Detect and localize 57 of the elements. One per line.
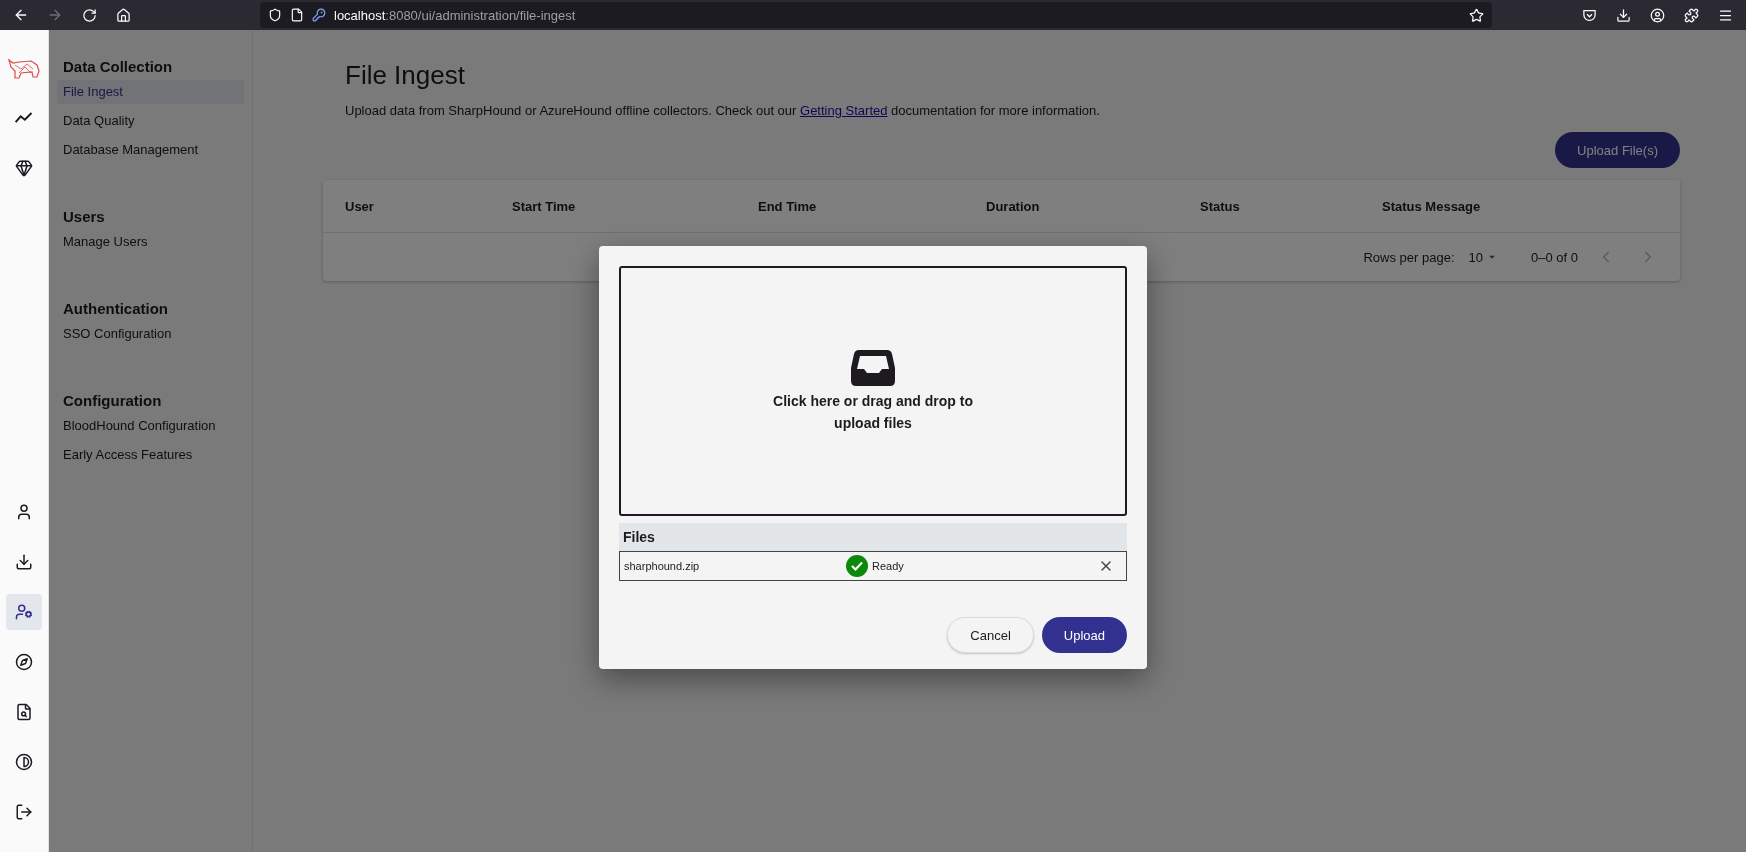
- download-icon: [1615, 7, 1631, 23]
- nav-item[interactable]: SSO Configuration: [57, 322, 244, 346]
- url-text: localhost:8080/ui/administration/file-ingest: [334, 7, 577, 23]
- key-icon: [312, 8, 326, 22]
- nav-section-heading: Authentication: [62, 300, 169, 319]
- column-header: Status Message: [1382, 198, 1482, 214]
- column-header: User: [345, 198, 375, 214]
- reload-icon: [81, 7, 97, 23]
- nav-item[interactable]: Data Quality: [57, 109, 244, 133]
- page-description: Upload data from SharpHound or AzureHound offline collectors. Check out our Getting Started documentation for more information.: [345, 103, 1101, 118]
- nav-item[interactable]: File Ingest: [57, 80, 244, 104]
- dropzone-text: Click here or drag and drop to upload files: [772, 392, 974, 433]
- column-header: Start Time: [512, 198, 577, 214]
- contrast-icon: [15, 753, 33, 771]
- bookmark-star-icon[interactable]: [1469, 7, 1484, 23]
- forward-arrow-icon: [47, 7, 63, 23]
- getting-started-link[interactable]: Getting Started: [800, 103, 888, 118]
- back-arrow-icon: [13, 7, 29, 23]
- cancel-button[interactable]: Cancel: [947, 617, 1034, 653]
- page-range: 0–0 of 0: [1531, 249, 1578, 265]
- download-icon: [15, 553, 33, 571]
- page-title: File Ingest: [345, 60, 466, 91]
- home-icon: [115, 7, 131, 23]
- user-gear-icon: [15, 603, 33, 621]
- logo: [7, 57, 41, 79]
- rows-per-page-label: Rows per page:: [1363, 249, 1455, 265]
- puzzle-icon: [1683, 7, 1699, 23]
- file-name: sharphound.zip: [624, 560, 701, 572]
- column-header: End Time: [758, 198, 818, 214]
- gem-icon: [15, 159, 33, 177]
- upload-button[interactable]: Upload: [1041, 617, 1127, 653]
- nav-section-heading: Users: [62, 208, 106, 227]
- nav-section-heading: Data Collection: [62, 58, 174, 77]
- pocket-icon: [1581, 7, 1597, 23]
- column-header: Status: [1200, 198, 1241, 214]
- menu-icon: [1717, 7, 1733, 23]
- file-status: Ready: [872, 560, 905, 572]
- account-icon: [1649, 7, 1665, 23]
- compass-icon: [15, 653, 33, 671]
- rows-per-page-select[interactable]: 10: [1468, 249, 1499, 265]
- nav-item[interactable]: Early Access Features: [57, 443, 244, 467]
- inbox-icon: [851, 348, 895, 386]
- files-heading: Files: [619, 523, 1127, 551]
- file-search-icon: [15, 703, 33, 721]
- nav-item[interactable]: BloodHound Configuration: [57, 414, 244, 438]
- upload-files-button[interactable]: Upload File(s): [1555, 132, 1680, 168]
- shield-icon: [268, 8, 282, 22]
- column-header: Duration: [986, 198, 1041, 214]
- file-dropzone[interactable]: Click here or drag and drop to upload files: [619, 266, 1127, 516]
- page-icon: [290, 8, 304, 22]
- nav-item[interactable]: Manage Users: [57, 230, 244, 254]
- nav-section-heading: Configuration: [62, 392, 163, 411]
- user-icon: [15, 503, 33, 521]
- logout-icon: [15, 803, 33, 821]
- nav-item[interactable]: Database Management: [57, 138, 244, 162]
- address-bar[interactable]: localhost:8080/ui/administration/file-ingest: [260, 2, 1492, 28]
- user-gear-icon-button[interactable]: [6, 594, 42, 630]
